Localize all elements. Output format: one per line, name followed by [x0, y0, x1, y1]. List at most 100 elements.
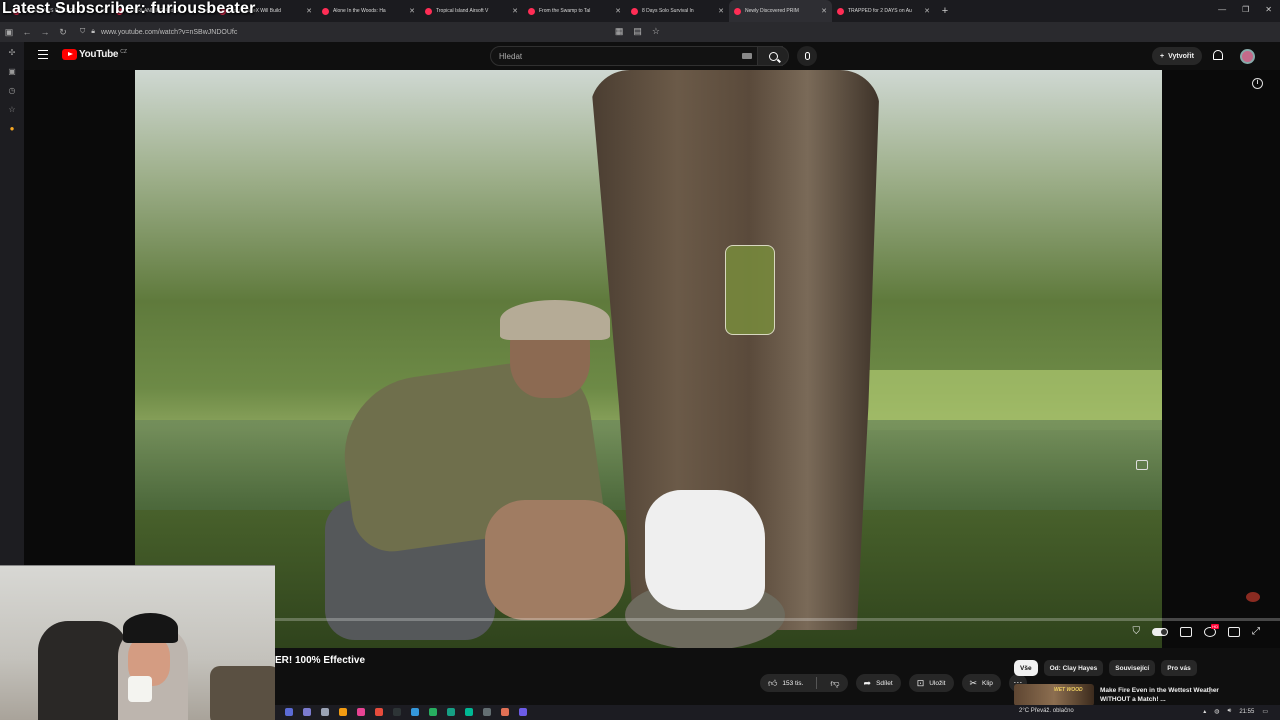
volume-icon[interactable]: 🔊︎ — [1228, 708, 1232, 715]
notifications-bell-icon[interactable] — [1213, 50, 1223, 60]
country-code: CZ — [120, 48, 127, 55]
clip-button[interactable]: ✂ Klip — [961, 674, 1001, 692]
theater-mode-icon[interactable] — [1228, 626, 1240, 637]
chip-for-you[interactable]: Pro vás — [1161, 660, 1197, 676]
app-icon[interactable] — [357, 708, 365, 716]
clip-label: Klip — [982, 679, 993, 687]
screenshot-icon[interactable]: ▦ — [615, 26, 624, 37]
close-icon[interactable]: ✕ — [409, 7, 415, 15]
channel-watermark-icon[interactable] — [1246, 592, 1260, 602]
close-window-icon[interactable]: ✕ — [1265, 5, 1272, 14]
youtube-logo[interactable]: YouTube CZ — [62, 49, 127, 60]
browser-tab[interactable]: TRAPPED for 2 DAYS on Au ✕ — [832, 0, 935, 22]
window-controls: — ❐ ✕ — [1218, 5, 1272, 14]
app-icon[interactable] — [393, 708, 401, 716]
share-button[interactable]: ➦ Sdílet — [855, 674, 901, 692]
app-icon[interactable] — [429, 708, 437, 716]
chip-from-channel[interactable]: Od: Clay Hayes — [1043, 660, 1104, 676]
restore-icon[interactable]: ❐ — [1242, 5, 1249, 14]
settings-gear-icon[interactable]: HD — [1204, 623, 1219, 637]
like-count: 153 tis. — [782, 679, 804, 687]
miniplayer-icon[interactable] — [1136, 460, 1148, 470]
tab-label: Alone In the Woods: Ha — [333, 8, 386, 14]
app-icon[interactable] — [285, 708, 293, 716]
app-icon[interactable] — [483, 708, 491, 716]
app-icon[interactable] — [411, 708, 419, 716]
save-button[interactable]: ⊡ Uložit — [908, 674, 954, 692]
profile-icon[interactable]: ● — [10, 124, 15, 133]
app-icon[interactable] — [375, 708, 383, 716]
app-icon[interactable] — [465, 708, 473, 716]
close-icon[interactable]: ✕ — [821, 7, 827, 15]
microphone-icon — [804, 52, 810, 60]
video-actions: 👍︎ 153 tis. 👎︎ ➦ Sdílet ⊡ Uložit ✂ Klip ⋯ — [760, 674, 1027, 692]
voice-search-button[interactable] — [797, 46, 817, 66]
browser-tab[interactable]: Tropical Island Airsoft V ✕ — [420, 0, 523, 22]
browser-tab[interactable]: From the Swamp to Tal ✕ — [523, 0, 626, 22]
scene-cloth — [645, 490, 765, 610]
network-icon[interactable]: ◍ — [1214, 708, 1219, 715]
subtitles-icon[interactable] — [1180, 626, 1192, 637]
app-icon[interactable] — [501, 708, 509, 716]
lock-icon: 🔒︎ — [91, 28, 95, 35]
scene-person — [285, 300, 705, 640]
close-icon[interactable]: ✕ — [924, 7, 930, 15]
weather-widget[interactable]: 2°C Převáž. oblačno — [1019, 708, 1074, 714]
chip-related[interactable]: Související — [1109, 660, 1156, 676]
minimize-icon[interactable]: — — [1218, 5, 1226, 14]
app-icon[interactable] — [303, 708, 311, 716]
info-icon[interactable]: i — [1252, 78, 1263, 89]
new-tab-icon[interactable]: + — [935, 5, 955, 17]
youtube-play-icon — [62, 49, 77, 60]
search-icon — [768, 51, 778, 61]
extensions-icon[interactable]: ✣ — [9, 48, 16, 57]
search-button[interactable] — [757, 46, 789, 66]
wallet-icon[interactable]: ▣ — [8, 67, 16, 76]
history-icon[interactable]: ◷ — [9, 86, 16, 95]
like-button[interactable]: 👍︎ 153 tis. — [760, 674, 811, 692]
close-icon[interactable]: ✕ — [615, 7, 621, 15]
browser-tab-active[interactable]: Newly Discovered PRIM ✕ — [729, 0, 832, 22]
reader-icon[interactable]: ▤ — [633, 26, 642, 37]
browser-tab[interactable]: Alone In the Woods: Ha ✕ — [317, 0, 420, 22]
app-icon[interactable] — [519, 708, 527, 716]
tab-label: Tropical Island Airsoft V — [436, 8, 489, 14]
close-icon[interactable]: ✕ — [306, 7, 312, 15]
notification-center-icon[interactable]: ▭ — [1262, 708, 1268, 715]
youtube-favicon-icon — [425, 7, 432, 15]
create-button[interactable]: + Vytvořit — [1152, 47, 1202, 65]
bookmarks-icon[interactable]: ☆ — [8, 105, 15, 114]
menu-icon[interactable] — [38, 50, 48, 59]
tray-icon[interactable]: ▴ — [1203, 708, 1206, 715]
recommended-thumbnail[interactable]: WET WOOD — [1014, 684, 1094, 706]
recommended-title[interactable]: Make Fire Even in the Wettest Weather WI… — [1100, 686, 1220, 704]
close-icon[interactable]: ✕ — [512, 7, 518, 15]
recommended-video[interactable]: WET WOOD Make Fire Even in the Wettest W… — [1014, 684, 1274, 706]
fullscreen-icon[interactable]: ⤢ — [1252, 626, 1260, 637]
reload-icon[interactable]: ↻ — [54, 27, 72, 38]
logo-text: YouTube — [79, 49, 119, 60]
screen: OKEN CARS STILL DR ✕ OVERLANDING And EX ✕ … — [0, 0, 1280, 720]
keyboard-icon[interactable] — [742, 53, 752, 59]
browser-tab[interactable]: 8 Days Solo Survival In ✕ — [626, 0, 729, 22]
more-vert-icon[interactable]: ⋮ — [1206, 686, 1214, 695]
clock[interactable]: 21:55 — [1239, 709, 1254, 715]
youtube-favicon-icon — [837, 7, 844, 15]
video-player[interactable]: i ⛉ HD ⤢ — [24, 70, 1280, 648]
dislike-button[interactable]: 👎︎ — [822, 674, 847, 692]
bookmark-star-icon[interactable]: ☆ — [652, 26, 660, 37]
search-input[interactable] — [491, 47, 746, 65]
chip-all[interactable]: Vše — [1014, 660, 1038, 676]
app-icon[interactable] — [339, 708, 347, 716]
shield-icon[interactable]: ⛉ — [1133, 626, 1141, 637]
autoplay-toggle[interactable] — [1152, 627, 1168, 636]
back-icon[interactable]: ← — [18, 27, 36, 37]
forward-icon[interactable]: → — [36, 27, 54, 37]
app-icon[interactable] — [447, 708, 455, 716]
url-field[interactable]: ⛉ 🔒︎ www.youtube.com/watch?v=nSBwJNDOUfc — [80, 28, 237, 36]
search-box — [490, 46, 783, 66]
close-icon[interactable]: ✕ — [718, 7, 724, 15]
app-icon[interactable] — [321, 708, 329, 716]
avatar[interactable] — [1240, 49, 1255, 64]
sidebar-toggle-icon[interactable]: ▣ — [0, 27, 18, 38]
